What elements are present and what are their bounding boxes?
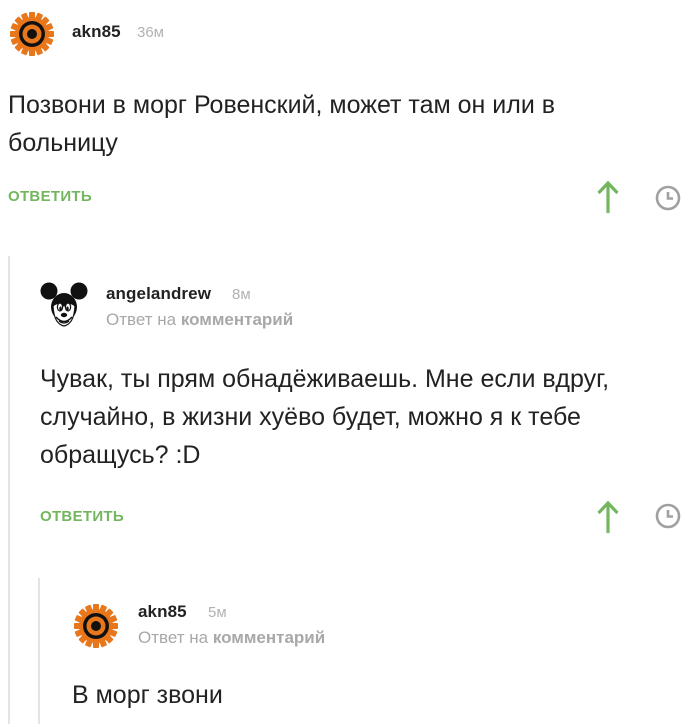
mouse-avatar-icon[interactable]: [40, 280, 88, 328]
arrow-up-icon[interactable]: [596, 180, 620, 219]
comment-text-line: случайно, в жизни хуёво будет, можно я к…: [40, 403, 581, 431]
clock-icon[interactable]: [654, 502, 682, 535]
comment-1: akn85 36м Позвони в морг Ровенский, може…: [0, 0, 688, 230]
reply-to-prefix: Ответ на: [138, 628, 209, 647]
reply-to-link[interactable]: комментарий: [213, 628, 325, 647]
clock-icon[interactable]: [654, 184, 682, 217]
reply-to-link[interactable]: комментарий: [181, 310, 293, 329]
comment-text-line: обращусь? :D: [40, 441, 201, 469]
reply-to-label: Ответ на комментарий: [138, 628, 325, 648]
comment-time: 36м: [137, 24, 164, 41]
comment-time: 8м: [232, 286, 251, 303]
comment-author[interactable]: angelandrew: [106, 284, 211, 304]
gear-avatar-icon[interactable]: [8, 10, 56, 58]
comment-body: Чувак, ты прям обнадёживаешь. Мне если в…: [40, 360, 609, 474]
comment-text-line: Чувак, ты прям обнадёживаешь. Мне если в…: [40, 365, 610, 393]
comment-time: 5м: [208, 604, 227, 621]
comment-author[interactable]: akn85: [138, 602, 187, 622]
comment-text-line: больницу: [8, 129, 118, 157]
comment-2: angelandrew 8м Ответ на комментарий Чува…: [0, 260, 688, 540]
comment-3: akn85 5м Ответ на комментарий В морг зво…: [0, 580, 688, 724]
reply-button[interactable]: ОТВЕТИТЬ: [8, 188, 92, 205]
reply-button[interactable]: ОТВЕТИТЬ: [40, 508, 124, 525]
comment-author[interactable]: akn85: [72, 22, 121, 42]
comment-body: В морг звони: [72, 676, 223, 714]
gear-avatar-icon[interactable]: [72, 602, 120, 650]
comment-text-line: В морг звони: [72, 681, 223, 709]
reply-to-prefix: Ответ на: [106, 310, 177, 329]
comment-text-line: Позвони в морг Ровенский, может там он и…: [8, 91, 556, 119]
comment-body: Позвони в морг Ровенский, может там он и…: [8, 86, 555, 162]
reply-to-label: Ответ на комментарий: [106, 310, 293, 330]
arrow-up-icon[interactable]: [596, 500, 620, 539]
